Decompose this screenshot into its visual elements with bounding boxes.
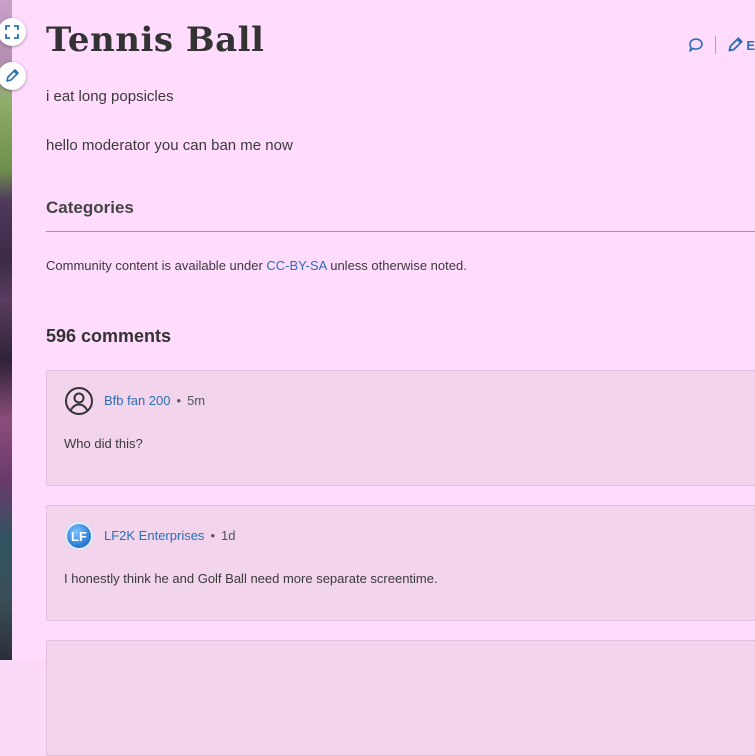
license-link[interactable]: CC-BY-SA	[266, 258, 326, 273]
page-title: Tennis Ball	[46, 20, 265, 60]
meta-separator: •	[210, 528, 215, 543]
comment-body: I honestly think he and Golf Ball need m…	[64, 571, 438, 586]
license-prefix: Community content is available under	[46, 258, 267, 273]
page-actions: E	[687, 36, 755, 54]
pencil-icon	[728, 37, 743, 52]
comment-card: LF LF2K Enterprises • 1d I honestly thin…	[46, 505, 755, 621]
expand-icon	[5, 25, 19, 39]
comment-time: 1d	[221, 528, 236, 543]
meta-separator: •	[176, 393, 182, 408]
comment-author[interactable]: LF2K Enterprises	[104, 528, 204, 543]
edit-button[interactable]: E	[726, 36, 755, 54]
comment-meta: LF2K Enterprises • 1d	[104, 528, 235, 543]
license-suffix: unless otherwise noted.	[326, 258, 467, 273]
comments-count: 596 comments	[46, 326, 172, 346]
divider	[46, 231, 755, 232]
comment-card: Bfb fan 200 • 5m Who did this?	[46, 370, 755, 486]
pencil-icon	[6, 69, 19, 82]
comment-icon[interactable]	[687, 36, 705, 54]
comment-meta: Bfb fan 200 • 5m	[104, 393, 205, 408]
article-paragraph: hello moderator you can ban me now	[46, 137, 293, 154]
categories-heading: Categories	[46, 198, 134, 217]
comment-time: 5m	[187, 393, 206, 408]
article-paragraph: i eat long popsicles	[46, 88, 174, 105]
comment-card	[46, 640, 755, 756]
comment-body: Who did this?	[64, 436, 143, 451]
background-art-strip	[0, 0, 12, 660]
edit-label: E	[746, 37, 755, 53]
user-circle-icon[interactable]	[64, 386, 94, 416]
license-notice: Community content is available under CC-…	[46, 258, 467, 273]
lf2k-avatar-icon: LF	[65, 522, 93, 550]
comment-author[interactable]: Bfb fan 200	[104, 393, 171, 408]
action-divider	[715, 36, 717, 54]
avatar[interactable]: LF	[64, 521, 94, 551]
